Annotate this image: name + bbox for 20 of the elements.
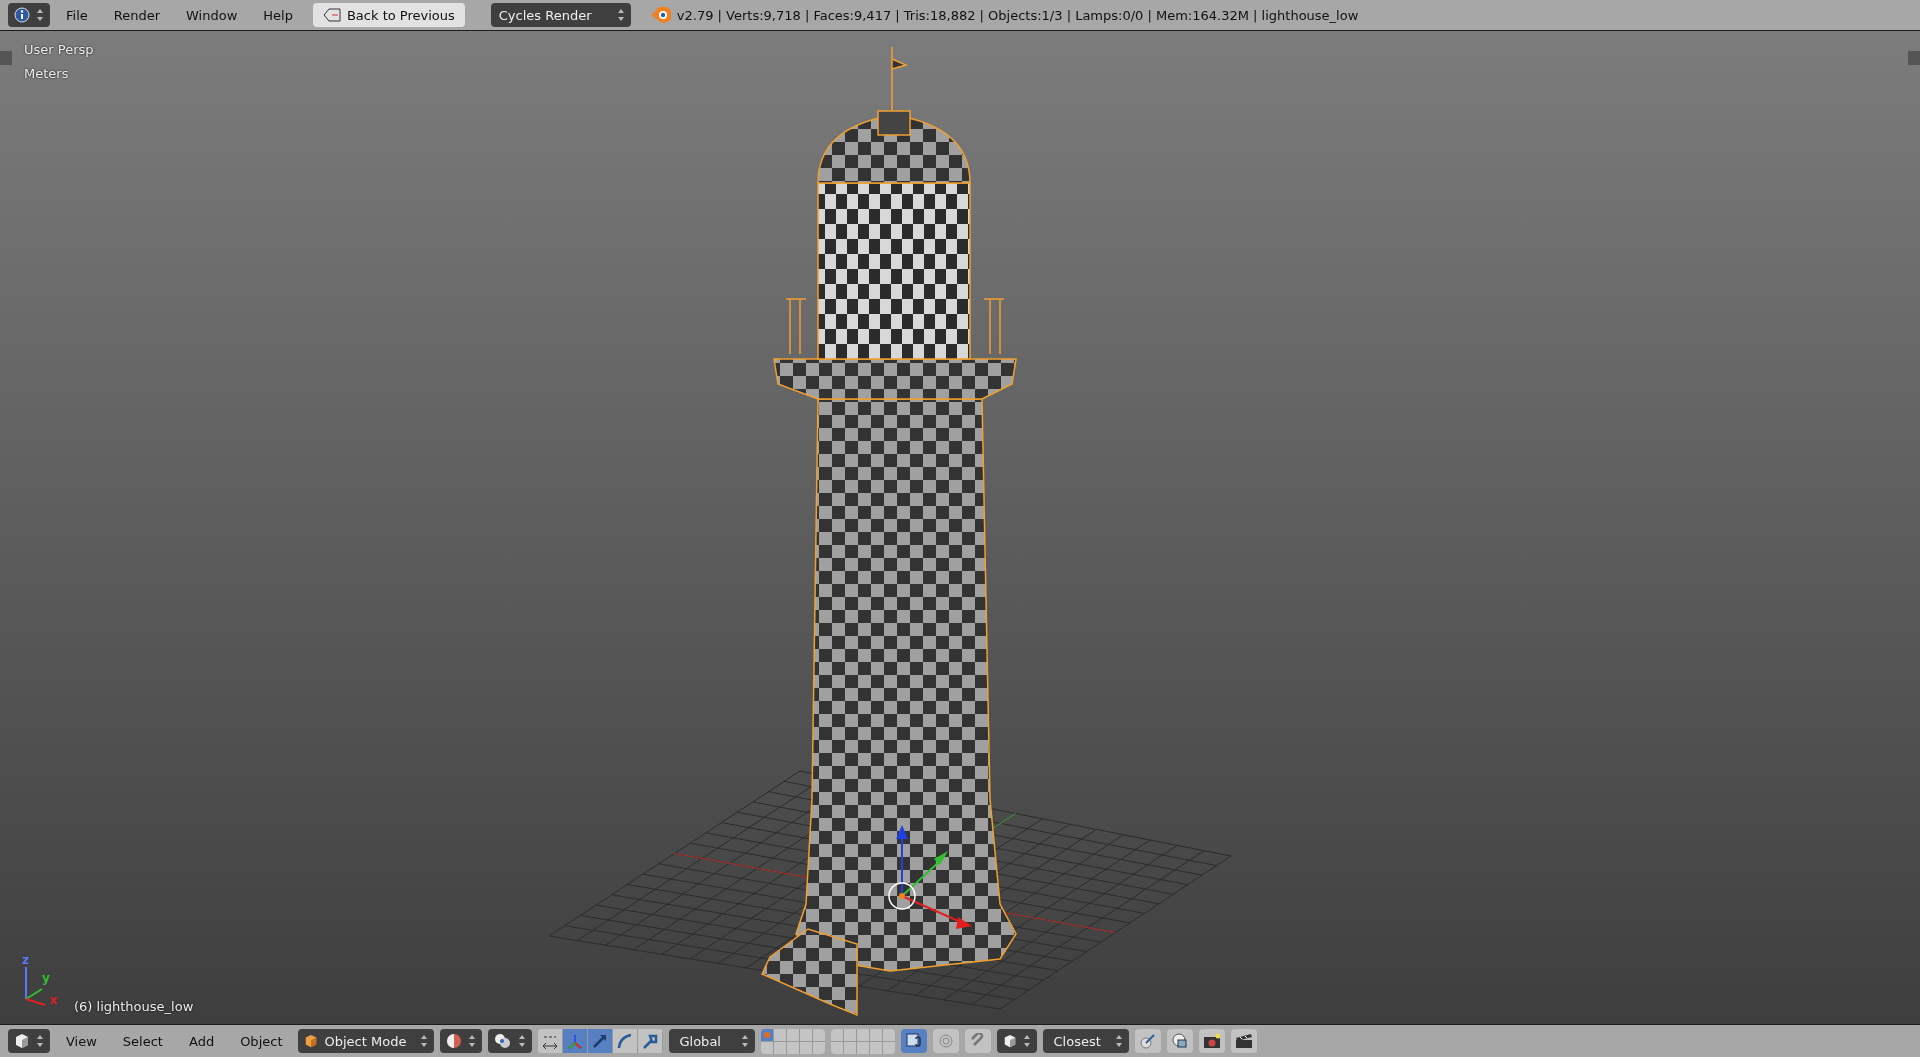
axis-label: z bbox=[22, 953, 29, 967]
snap-target-dropdown[interactable]: Closest bbox=[1043, 1029, 1130, 1053]
axis-label: x bbox=[50, 993, 58, 1007]
active-object-label: (6) lighthouse_low bbox=[74, 999, 194, 1014]
orientation-dropdown[interactable]: Global bbox=[669, 1029, 756, 1053]
menu-item[interactable]: File bbox=[56, 3, 98, 27]
menu-item[interactable]: Object bbox=[230, 1029, 293, 1053]
menu-item[interactable]: View bbox=[56, 1029, 107, 1053]
menu-item[interactable]: Select bbox=[112, 1029, 173, 1053]
mode-dropdown[interactable]: Object Mode bbox=[298, 1029, 435, 1053]
view-name: User Persp bbox=[24, 42, 94, 57]
menu-item[interactable]: Render bbox=[103, 3, 171, 27]
axis-label: y bbox=[42, 971, 50, 985]
scene-statistics: v2.79 | Verts:9,718 | Faces:9,417 | Tris:18,882 | Objects:1/3 | Lamps:0/0 | Mem:164.32M | lighthouse_low bbox=[676, 7, 1359, 23]
back-to-previous-button[interactable]: Back to Previous bbox=[312, 3, 465, 27]
menu-item[interactable]: Window bbox=[176, 3, 248, 27]
render-engine-dropdown[interactable]: Cycles Render bbox=[490, 3, 631, 27]
menu-item[interactable]: Add bbox=[178, 1029, 225, 1053]
units-label: Meters bbox=[24, 66, 69, 81]
menu-item[interactable]: Help bbox=[253, 3, 303, 27]
